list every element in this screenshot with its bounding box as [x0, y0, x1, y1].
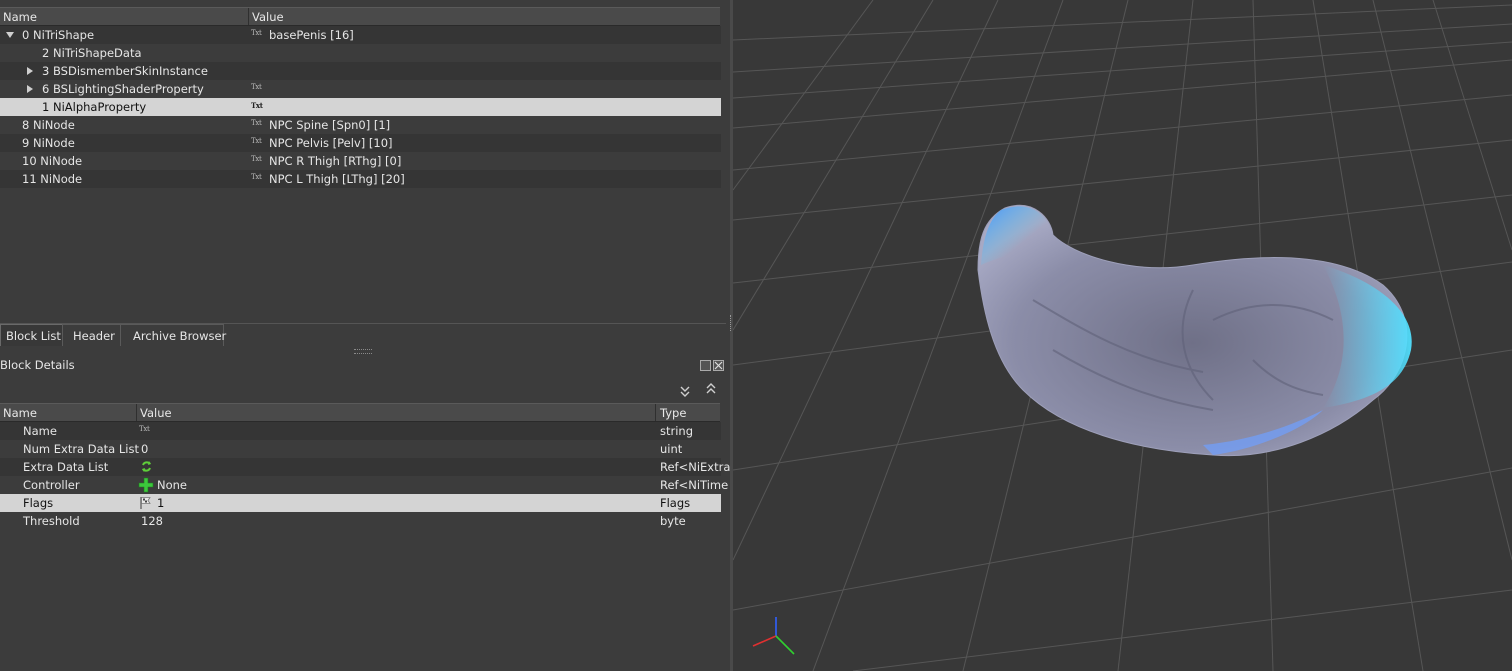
tree-row-name: 6 BSLightingShaderProperty — [42, 82, 204, 96]
tree-row-ninode-8[interactable]: 8 NiNode Txt NPC Spine [Spn0] [1] — [0, 116, 721, 134]
detail-value[interactable]: 1 — [157, 496, 164, 510]
refresh-icon[interactable] — [140, 460, 153, 473]
tree-row-bslightingshaderproperty[interactable]: 6 BSLightingShaderProperty Txt — [0, 80, 721, 98]
viewport-canvas — [733, 0, 1512, 671]
detail-row-threshold[interactable]: Threshold 128 byte — [0, 512, 721, 530]
txt-string-icon: Txt — [251, 173, 262, 181]
tree-row-ninode-11[interactable]: 11 NiNode Txt NPC L Thigh [LThg] [20] — [0, 170, 721, 188]
detail-value[interactable]: 128 — [141, 514, 163, 528]
column-name-header[interactable]: Name — [3, 406, 37, 420]
flag-icon[interactable] — [139, 496, 153, 510]
detail-type: Flags — [660, 496, 691, 510]
left-pane: Name Value 0 NiTriShape Txt basePenis [1… — [0, 0, 730, 671]
detail-type: string — [660, 424, 694, 438]
detail-type: byte — [660, 514, 686, 528]
tree-row-value: NPC Spine [Spn0] [1] — [269, 118, 391, 132]
detail-value[interactable]: 0 — [141, 442, 148, 456]
tree-row-value: NPC R Thigh [RThg] [0] — [269, 154, 402, 168]
column-value-header[interactable]: Value — [140, 406, 172, 420]
tree-row-nialphaproperty-selected[interactable]: 1 NiAlphaProperty Txt — [0, 98, 721, 116]
detail-type: Ref<NiTime — [660, 478, 729, 492]
column-value-header[interactable]: Value — [252, 10, 284, 24]
tree-row-name: 3 BSDismemberSkinInstance — [42, 64, 208, 78]
detail-name: Num Extra Data List — [23, 442, 139, 456]
tree-row-nitrishapedata[interactable]: 2 NiTriShapeData — [0, 44, 721, 62]
detail-row-num-extra-data-list[interactable]: Num Extra Data List 0 uint — [0, 440, 721, 458]
mesh-object[interactable] — [977, 204, 1412, 457]
detail-type: uint — [660, 442, 683, 456]
axes-gizmo-icon — [752, 617, 795, 655]
tree-row-value: basePenis [16] — [269, 28, 354, 42]
tree-row-value: NPC L Thigh [LThg] [20] — [269, 172, 405, 186]
tree-row-name: 8 NiNode — [22, 118, 75, 132]
column-name-header[interactable]: Name — [3, 10, 37, 24]
float-window-icon[interactable] — [700, 360, 711, 371]
tab-label: Block List — [6, 329, 61, 343]
expand-all-icon[interactable] — [705, 382, 717, 396]
block-details-title: Block Details — [0, 358, 75, 372]
collapsed-triangle-icon[interactable] — [27, 85, 33, 93]
tab-archive-browser[interactable]: Archive Browser — [120, 324, 227, 346]
detail-row-flags-selected[interactable]: Flags 1 Flags — [0, 494, 721, 512]
tab-label: Header — [73, 329, 115, 343]
tab-block-list[interactable]: Block List — [0, 324, 63, 346]
txt-string-icon: Txt — [251, 29, 262, 37]
details-header: Name Value Type — [0, 403, 720, 422]
detail-row-name[interactable]: Name Txt string — [0, 422, 721, 440]
txt-string-icon: Txt — [139, 425, 150, 433]
detail-row-controller[interactable]: Controller None Ref<NiTime — [0, 476, 728, 494]
block-list-header: Name Value — [0, 7, 720, 26]
tree-row-name: 11 NiNode — [22, 172, 83, 186]
txt-string-icon: Txt — [251, 119, 262, 127]
txt-string-icon: Txt — [251, 83, 262, 91]
detail-name: Extra Data List — [23, 460, 109, 474]
txt-string-icon: Txt — [251, 137, 262, 145]
tree-row-name: 9 NiNode — [22, 136, 75, 150]
tree-row-ninode-9[interactable]: 9 NiNode Txt NPC Pelvis [Pelv] [10] — [0, 134, 721, 152]
detail-row-extra-data-list[interactable]: Extra Data List Ref<NiExtra — [0, 458, 730, 476]
detail-value[interactable]: None — [157, 478, 187, 492]
collapse-all-icon[interactable] — [679, 384, 691, 398]
tree-row-name: 10 NiNode — [22, 154, 83, 168]
column-type-header[interactable]: Type — [660, 406, 686, 420]
txt-string-icon: Txt — [251, 155, 262, 163]
splitter-handle[interactable] — [354, 349, 372, 354]
close-icon[interactable] — [713, 360, 724, 371]
collapsed-triangle-icon[interactable] — [27, 67, 33, 75]
detail-name: Name — [23, 424, 57, 438]
detail-name: Flags — [23, 496, 54, 510]
detail-name: Threshold — [23, 514, 80, 528]
tree-row-name: 0 NiTriShape — [22, 28, 95, 42]
3d-viewport[interactable] — [733, 0, 1512, 671]
tree-row-name: 1 NiAlphaProperty — [42, 100, 147, 114]
tree-row-name: 2 NiTriShapeData — [42, 46, 142, 60]
tab-header[interactable]: Header — [62, 324, 121, 346]
tree-row-value: NPC Pelvis [Pelv] [10] — [269, 136, 393, 150]
tree-row-nitrishape[interactable]: 0 NiTriShape Txt basePenis [16] — [0, 26, 721, 44]
detail-type: Ref<NiExtra — [660, 460, 731, 474]
expand-triangle-icon[interactable] — [6, 32, 14, 38]
tab-label: Archive Browser — [133, 329, 227, 343]
tree-row-bsdismemberskininstance[interactable]: 3 BSDismemberSkinInstance — [0, 62, 721, 80]
tree-row-ninode-10[interactable]: 10 NiNode Txt NPC R Thigh [RThg] [0] — [0, 152, 721, 170]
plus-icon[interactable] — [138, 477, 154, 493]
txt-string-icon: Txt — [251, 101, 263, 110]
detail-name: Controller — [23, 478, 80, 492]
